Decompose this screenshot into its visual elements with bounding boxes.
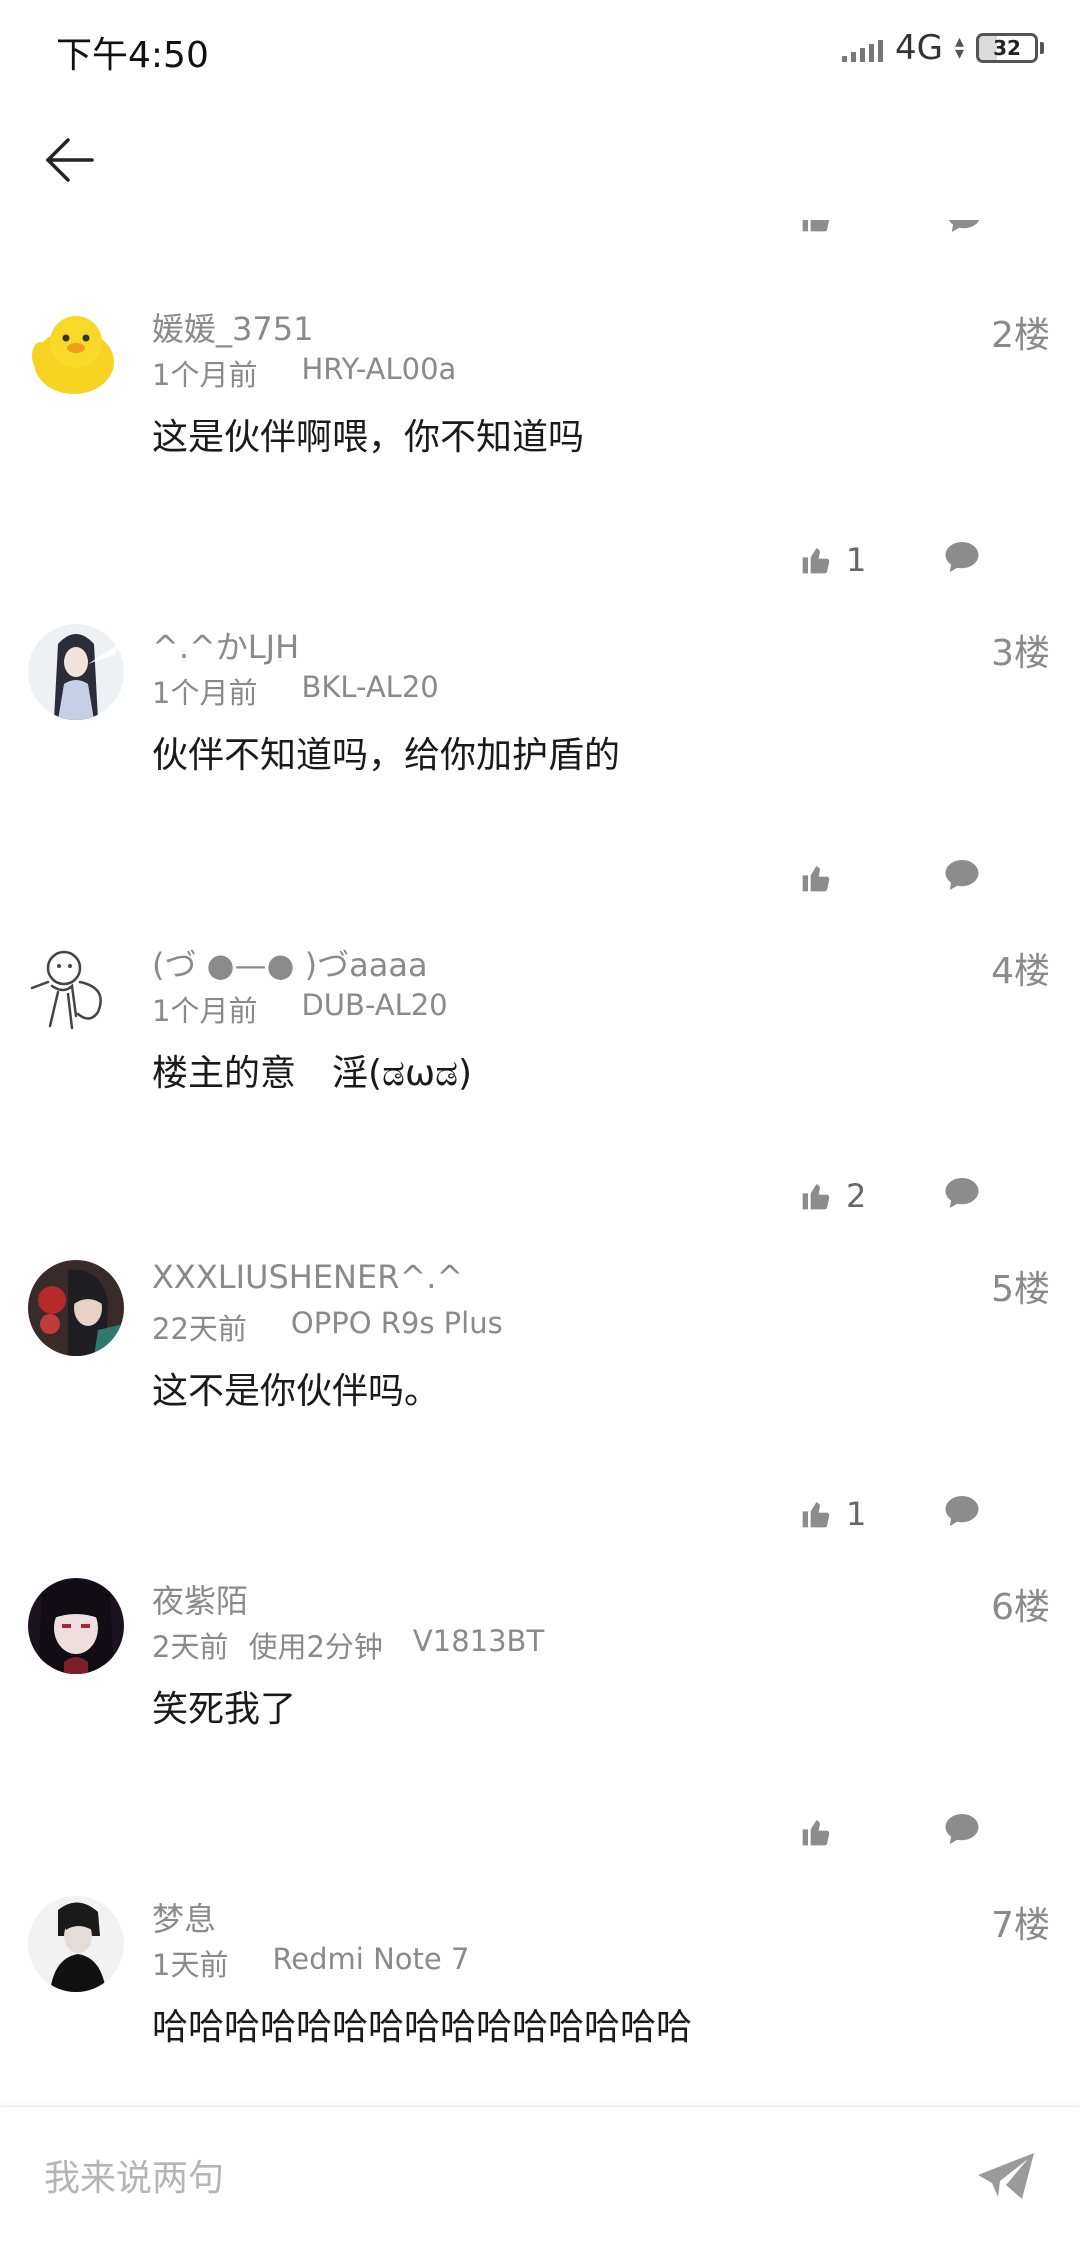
floor-number: 3楼	[991, 633, 1050, 674]
comment-text: 这不是你伙伴吗。	[152, 1371, 441, 1412]
comment-item: 媛媛_3751 1个月前 HRY-AL00a 2楼 这是伙伴啊喂，你不知道吗 1	[0, 300, 1080, 618]
thumbs-up-icon	[802, 1820, 830, 1846]
like-count: 2	[846, 1177, 867, 1215]
comment-text: 伙伴不知道吗，给你加护盾的	[152, 735, 621, 776]
username[interactable]: 夜紫陌	[152, 1576, 248, 1622]
comment-text: 楼主的意 淫(ಡωಡ)	[152, 1053, 473, 1094]
floor-number: 7楼	[991, 1905, 1050, 1946]
username[interactable]: XXXLIUSHENER^.^	[152, 1258, 463, 1296]
send-button[interactable]	[976, 2151, 1040, 2207]
reply-button[interactable]	[944, 858, 988, 898]
thumbs-up-icon	[802, 866, 830, 892]
battery-tip	[1040, 42, 1044, 54]
like-button[interactable]	[800, 1810, 846, 1854]
avatar[interactable]	[28, 942, 124, 1038]
comment-text: 笑死我了	[152, 1689, 297, 1730]
back-button[interactable]	[38, 128, 102, 192]
username[interactable]: 媛媛_3751	[152, 304, 313, 350]
reply-button[interactable]	[944, 1494, 988, 1534]
thumbs-up-icon	[802, 220, 830, 232]
comment-bubble-icon	[948, 220, 980, 232]
username[interactable]: 梦息	[152, 1894, 216, 1940]
username[interactable]: ^.^かLJH	[152, 622, 299, 668]
floor-number: 2楼	[991, 315, 1050, 356]
comment-meta: 1个月前 DUB-AL20	[152, 988, 492, 1030]
usage-duration: 使用2分钟	[248, 1630, 383, 1664]
reply-button[interactable]	[944, 1176, 988, 1216]
comment-meta: 1个月前 HRY-AL00a	[152, 352, 500, 394]
username[interactable]: (づ ●—● )づaaaa	[152, 940, 428, 986]
device-model: OPPO R9s Plus	[290, 1306, 503, 1340]
network-type: 4G	[894, 28, 943, 68]
comment-time: 1个月前	[152, 358, 258, 392]
comment-item: 夜紫陌 2天前 使用2分钟 V1813BT 6楼 笑死我了	[0, 1572, 1080, 1890]
arrow-left-icon	[46, 138, 94, 182]
like-count: 1	[846, 541, 867, 579]
paper-plane-icon	[978, 2153, 1034, 2199]
comment-input[interactable]	[44, 2143, 924, 2213]
comment-time: 1个月前	[152, 994, 258, 1028]
floor-number: 6楼	[991, 1587, 1050, 1628]
comment-time: 1天前	[152, 1948, 229, 1982]
device-model: Redmi Note 7	[272, 1942, 470, 1976]
reply-button[interactable]	[944, 540, 988, 580]
like-button[interactable]: 1	[800, 1492, 866, 1536]
comment-meta: 1个月前 BKL-AL20	[152, 670, 483, 712]
status-icons: 4G ▴ ▾ 32	[841, 26, 1044, 70]
comment-bubble-icon	[945, 860, 979, 890]
comment-text: 这是伙伴啊喂，你不知道吗	[152, 417, 585, 458]
comment-list[interactable]: 媛媛_3751 1个月前 HRY-AL00a 2楼 这是伙伴啊喂，你不知道吗 1	[0, 220, 1080, 2100]
like-button[interactable]	[800, 856, 846, 900]
avatar[interactable]	[28, 1578, 124, 1674]
avatar[interactable]	[28, 624, 124, 720]
thumbs-up-icon	[802, 1502, 830, 1528]
comment-item: 梦息 1天前 Redmi Note 7 7楼 哈哈哈哈哈哈哈哈哈哈哈哈哈哈哈	[0, 1890, 1080, 2100]
header	[0, 100, 1080, 220]
device-model: HRY-AL00a	[301, 352, 457, 386]
like-count: 1	[846, 1495, 867, 1533]
comment-bubble-icon	[945, 542, 979, 572]
avatar[interactable]	[28, 1896, 124, 1992]
battery-level: 32	[993, 36, 1021, 60]
comment-meta: 1天前 Redmi Note 7	[152, 1942, 513, 1984]
avatar[interactable]	[28, 1260, 124, 1356]
device-model: DUB-AL20	[301, 988, 448, 1022]
comment-time: 22天前	[152, 1312, 247, 1346]
device-model: V1813BT	[412, 1624, 545, 1658]
comment-bubble-icon	[945, 1496, 979, 1526]
comment-input-bar	[0, 2106, 1080, 2248]
comment-bubble-icon	[945, 1178, 979, 1208]
comment-item: XXXLIUSHENER^.^ 22天前 OPPO R9s Plus 5楼 这不…	[0, 1254, 1080, 1572]
comment-meta: 2天前 使用2分钟 V1813BT	[152, 1624, 588, 1666]
floor-number: 4楼	[991, 951, 1050, 992]
device-model: BKL-AL20	[301, 670, 439, 704]
avatar[interactable]	[28, 306, 124, 402]
status-time: 下午4:50	[56, 35, 209, 76]
signal-icon	[841, 34, 883, 62]
comment-bubble-icon	[945, 1814, 979, 1844]
comment-item: ^.^かLJH 1个月前 BKL-AL20 3楼 伙伴不知道吗，给你加护盾的	[0, 618, 1080, 936]
floor-number: 5楼	[991, 1269, 1050, 1310]
comment-text: 哈哈哈哈哈哈哈哈哈哈哈哈哈哈哈	[152, 2007, 693, 2048]
data-activity-icon: ▴ ▾	[954, 31, 964, 64]
thumbs-up-icon	[802, 1184, 830, 1210]
reply-button[interactable]	[944, 1812, 988, 1852]
thumbs-up-icon	[802, 548, 830, 574]
like-button[interactable]: 2	[800, 1174, 866, 1218]
like-button[interactable]: 1	[800, 538, 866, 582]
comment-meta: 22天前 OPPO R9s Plus	[152, 1306, 547, 1348]
previous-comment-actions	[0, 220, 1080, 240]
comment-time: 2天前	[152, 1630, 229, 1664]
comment-time: 1个月前	[152, 676, 258, 710]
status-bar: 下午4:50 4G ▴ ▾ 32	[0, 0, 1080, 100]
battery-icon: 32	[976, 33, 1038, 63]
comment-item: (づ ●—● )づaaaa 1个月前 DUB-AL20 4楼 楼主的意 淫(ಡω…	[0, 936, 1080, 1254]
